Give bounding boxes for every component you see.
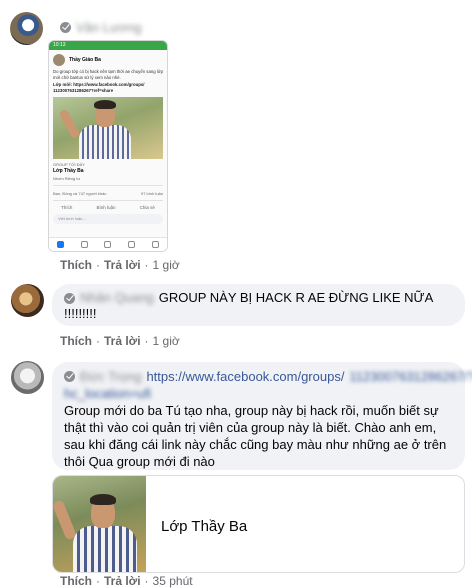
screenshot-attachment[interactable]: 10:13 Thầy Giáo Ba Do group tớp có bị ha… bbox=[48, 40, 168, 252]
timestamp[interactable]: 1 giờ bbox=[153, 258, 180, 272]
share-action: Chia sẻ bbox=[139, 205, 155, 210]
link-preview-title: Lớp Thầy Ba bbox=[161, 518, 248, 535]
comment-actions: Thích · Trả lời · 1 giờ bbox=[60, 258, 180, 272]
comment-link-param[interactable]: hc_location=ufi bbox=[64, 385, 151, 402]
separator: · bbox=[96, 258, 100, 272]
avatar bbox=[53, 54, 65, 66]
comment-text-line: thôi Qua group mới đi nào bbox=[64, 454, 215, 469]
comment-text: GROUP NÀY BỊ HACK R AE ĐỪNG LIKE NỮA bbox=[158, 290, 434, 305]
post-text: Do group tớp có bị hack nên tạm thời ae … bbox=[53, 69, 163, 80]
status-bar: 10:13 bbox=[49, 41, 167, 50]
badge-icon bbox=[60, 22, 71, 33]
comment-first-line: Đức Trọng https://www.facebook.com/group… bbox=[64, 368, 472, 385]
comment-bubble: Nhân Quang GROUP NÀY BỊ HACK R AE ĐỪNG L… bbox=[52, 284, 465, 326]
post-photo bbox=[53, 97, 163, 159]
preview-subtitle: Nhóm Riêng tư bbox=[53, 176, 81, 181]
like-button[interactable]: Thích bbox=[60, 334, 92, 348]
groups-icon bbox=[104, 241, 112, 248]
post-link-id: 1123007631286267?ref=share bbox=[53, 88, 114, 93]
badge-icon bbox=[64, 371, 75, 382]
separator: · bbox=[96, 574, 100, 588]
comment-actions: Thích · Trả lời · 1 giờ bbox=[60, 334, 180, 348]
comment-action: Bình luận bbox=[96, 205, 116, 210]
reaction-summary: Bạn, Đông và 747 người khác 97 bình luận bbox=[49, 189, 167, 197]
post-author: Thầy Giáo Ba bbox=[69, 57, 101, 63]
like-action: Thích bbox=[61, 205, 73, 210]
comment-box: Viết bình luận... bbox=[53, 214, 163, 224]
comment-text-line: thật thì vào coi quản trị viên của group… bbox=[64, 420, 437, 435]
friends-icon bbox=[80, 241, 88, 248]
bottom-nav bbox=[49, 237, 167, 251]
comment-first-line: Nhân Quang GROUP NÀY BỊ HACK R AE ĐỪNG L… bbox=[64, 290, 453, 306]
comment-link-id[interactable]: 1123007631286267/? bbox=[349, 368, 472, 385]
comment-text-line: sau khi đăng cái link này chắc cũng bay … bbox=[64, 437, 447, 452]
preview-meta: GROUP TỚI ĐÂY bbox=[53, 162, 85, 167]
reply-button[interactable]: Trả lời bbox=[104, 574, 141, 588]
author-name[interactable]: Đức Trọng bbox=[80, 368, 141, 385]
like-button[interactable]: Thích bbox=[60, 574, 92, 588]
comment-text: Group mới do ba Tú tạo nha, group này bị… bbox=[64, 402, 453, 470]
reactions-count: Bạn, Đông và 747 người khác bbox=[53, 191, 107, 196]
separator: · bbox=[144, 334, 149, 348]
menu-icon bbox=[151, 241, 159, 248]
like-button[interactable]: Thích bbox=[60, 258, 92, 272]
badge-icon bbox=[64, 292, 75, 304]
comment-actions: Thích · Trả lời · 35 phút bbox=[60, 574, 193, 588]
author-name[interactable]: Văn Lương bbox=[76, 20, 142, 35]
reply-button[interactable]: Trả lời bbox=[104, 334, 141, 348]
separator: · bbox=[96, 334, 100, 348]
post-header: Thầy Giáo Ba bbox=[49, 50, 167, 68]
comment-bubble: Đức Trọng https://www.facebook.com/group… bbox=[52, 362, 472, 470]
timestamp[interactable]: 35 phút bbox=[153, 574, 193, 588]
comment-author-row: Văn Lương bbox=[60, 20, 142, 35]
link-preview-card[interactable]: Lớp Thầy Ba bbox=[52, 475, 465, 573]
author-name[interactable]: Nhân Quang bbox=[80, 290, 154, 306]
comment-count: 97 bình luận bbox=[140, 191, 163, 196]
comment-text-cont: !!!!!!!!! bbox=[64, 306, 97, 321]
avatar[interactable] bbox=[11, 284, 44, 317]
home-icon bbox=[57, 241, 65, 248]
separator: · bbox=[144, 574, 149, 588]
avatar[interactable] bbox=[10, 12, 43, 45]
timestamp[interactable]: 1 giờ bbox=[153, 334, 180, 348]
comment-text-line: Group mới do ba Tú tạo nha, group này bị… bbox=[64, 403, 439, 418]
divider bbox=[53, 185, 163, 186]
separator: · bbox=[144, 258, 149, 272]
link-preview-image bbox=[53, 476, 146, 572]
avatar[interactable] bbox=[11, 361, 44, 394]
post-actions: Thích Bình luận Chia sẻ bbox=[49, 204, 167, 211]
reply-button[interactable]: Trả lời bbox=[104, 258, 141, 272]
divider bbox=[53, 200, 163, 201]
comment-link[interactable]: https://www.facebook.com/groups/ bbox=[146, 368, 344, 385]
comment-link-line: hc_location=ufi bbox=[64, 385, 453, 402]
notifications-icon bbox=[128, 241, 136, 248]
post-link: Lớp mới: https://www.facebook.com/groups… bbox=[49, 82, 167, 96]
